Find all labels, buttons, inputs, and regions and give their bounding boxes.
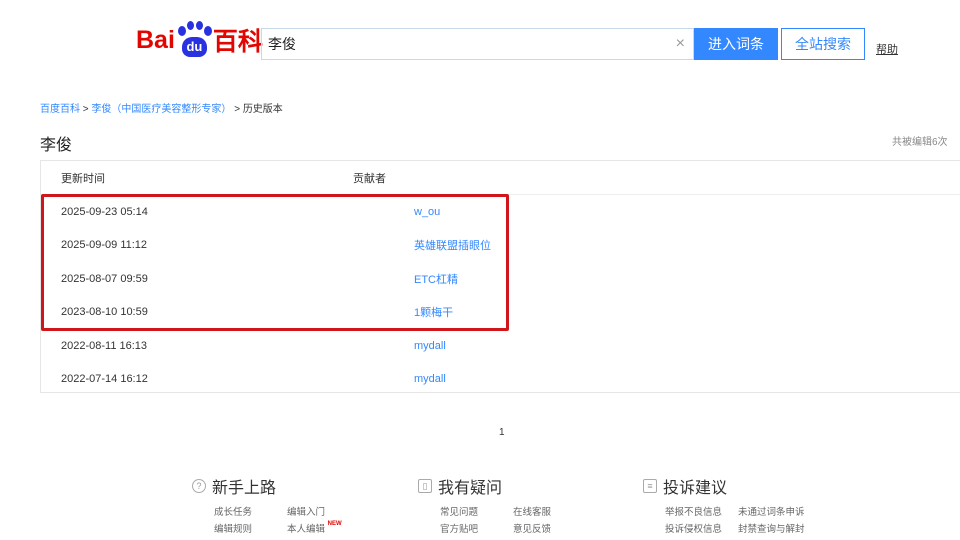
footer-link[interactable]: 在线客服 — [513, 504, 593, 518]
header-time: 更新时间 — [61, 172, 105, 185]
new-badge: NEW — [327, 521, 342, 527]
header-contributor: 贡献者 — [353, 172, 386, 185]
footer-section-title: 我有疑问 — [438, 480, 503, 497]
footer-link[interactable]: 编辑规则 — [214, 521, 287, 535]
site-search-button[interactable]: 全站搜索 — [781, 28, 865, 60]
footer-link[interactable]: 本人编辑 NEW — [287, 521, 367, 535]
baidu-baike-logo[interactable]: Bai du 百科 — [136, 20, 263, 60]
search-value: 李俊 — [268, 36, 296, 52]
footer-link[interactable]: 举报不良信息 — [665, 504, 738, 518]
row-time: 2022-08-11 16:13 — [61, 339, 148, 352]
footer-link-label: 常见问题 — [440, 507, 479, 518]
footer-link[interactable]: 成长任务 — [214, 504, 287, 518]
footer-section: ? 新手上路成长任务 编辑入门编辑规则 本人编辑 NEW — [192, 474, 367, 535]
footer-link[interactable]: 编辑入门 — [287, 504, 367, 518]
breadcrumb: 百度百科 > 李俊（中国医疗美容整形专家） > 历史版本 — [40, 100, 283, 115]
logo-text-bai: Bai — [136, 25, 175, 54]
footer-link[interactable]: 投诉侵权信息 — [665, 521, 738, 535]
breadcrumb-home[interactable]: 百度百科 — [40, 104, 80, 115]
search-input[interactable]: 李俊 × — [261, 28, 694, 60]
footer-link-label: 成长任务 — [214, 507, 253, 518]
table-header: 更新时间 贡献者 — [41, 161, 960, 195]
footer-link-label: 官方贴吧 — [440, 524, 479, 535]
footer-link-label: 编辑规则 — [214, 524, 253, 535]
row-contributor-link[interactable]: mydall — [414, 340, 446, 352]
footer-link-label: 未通过词条申诉 — [738, 507, 805, 518]
page-title: 李俊 — [40, 137, 73, 154]
row-contributor-link[interactable]: mydall — [414, 373, 446, 385]
footer-link-label: 举报不良信息 — [665, 507, 723, 518]
highlight-box — [41, 194, 509, 331]
footer-section-title: 新手上路 — [212, 480, 277, 497]
breadcrumb-current: 历史版本 — [242, 104, 283, 115]
footer-link-label: 封禁查询与解封 — [738, 524, 805, 535]
breadcrumb-entry[interactable]: 李俊（中国医疗美容整形专家） — [91, 104, 231, 115]
footer-section: ▯ 我有疑问常见问题 在线客服官方贴吧 意见反馈 — [418, 474, 593, 535]
edit-count: 共被编辑6次 — [892, 137, 948, 148]
clear-icon[interactable]: × — [676, 29, 685, 59]
enter-entry-button[interactable]: 进入词条 — [694, 28, 778, 60]
footer-section: ≡ 投诉建议举报不良信息 未通过词条申诉投诉侵权信息 封禁查询与解封 — [643, 474, 818, 535]
breadcrumb-sep: > — [82, 104, 89, 115]
footer-link[interactable]: 官方贴吧 — [440, 521, 513, 535]
footer-link[interactable]: 常见问题 — [440, 504, 513, 518]
footer-link[interactable]: 未通过词条申诉 — [738, 504, 818, 518]
footer-link-label: 本人编辑 — [287, 524, 326, 535]
footer-section-icon: ▯ — [418, 479, 432, 493]
row-time: 2022-07-14 16:12 — [61, 373, 148, 386]
footer-link-label: 在线客服 — [513, 507, 552, 518]
footer-link[interactable]: 意见反馈 — [513, 521, 593, 535]
help-link[interactable]: 帮助 — [876, 41, 898, 57]
table-row: 2022-08-11 16:13 mydall — [41, 329, 960, 363]
footer-link-label: 意见反馈 — [513, 524, 552, 535]
footer-section-icon: ≡ — [643, 479, 657, 493]
table-row: 2022-07-14 16:12 mydall — [41, 363, 960, 397]
paw-icon: du — [176, 21, 212, 59]
footer-link-label: 编辑入门 — [287, 507, 326, 518]
logo-text-baike: 百科 — [212, 28, 263, 56]
page-number[interactable]: 1 — [499, 427, 505, 438]
footer-section-icon: ? — [192, 479, 206, 493]
footer-link-label: 投诉侵权信息 — [665, 524, 723, 535]
breadcrumb-sep: > — [234, 104, 241, 115]
footer-link[interactable]: 封禁查询与解封 — [738, 521, 818, 535]
footer-section-title: 投诉建议 — [663, 480, 728, 497]
